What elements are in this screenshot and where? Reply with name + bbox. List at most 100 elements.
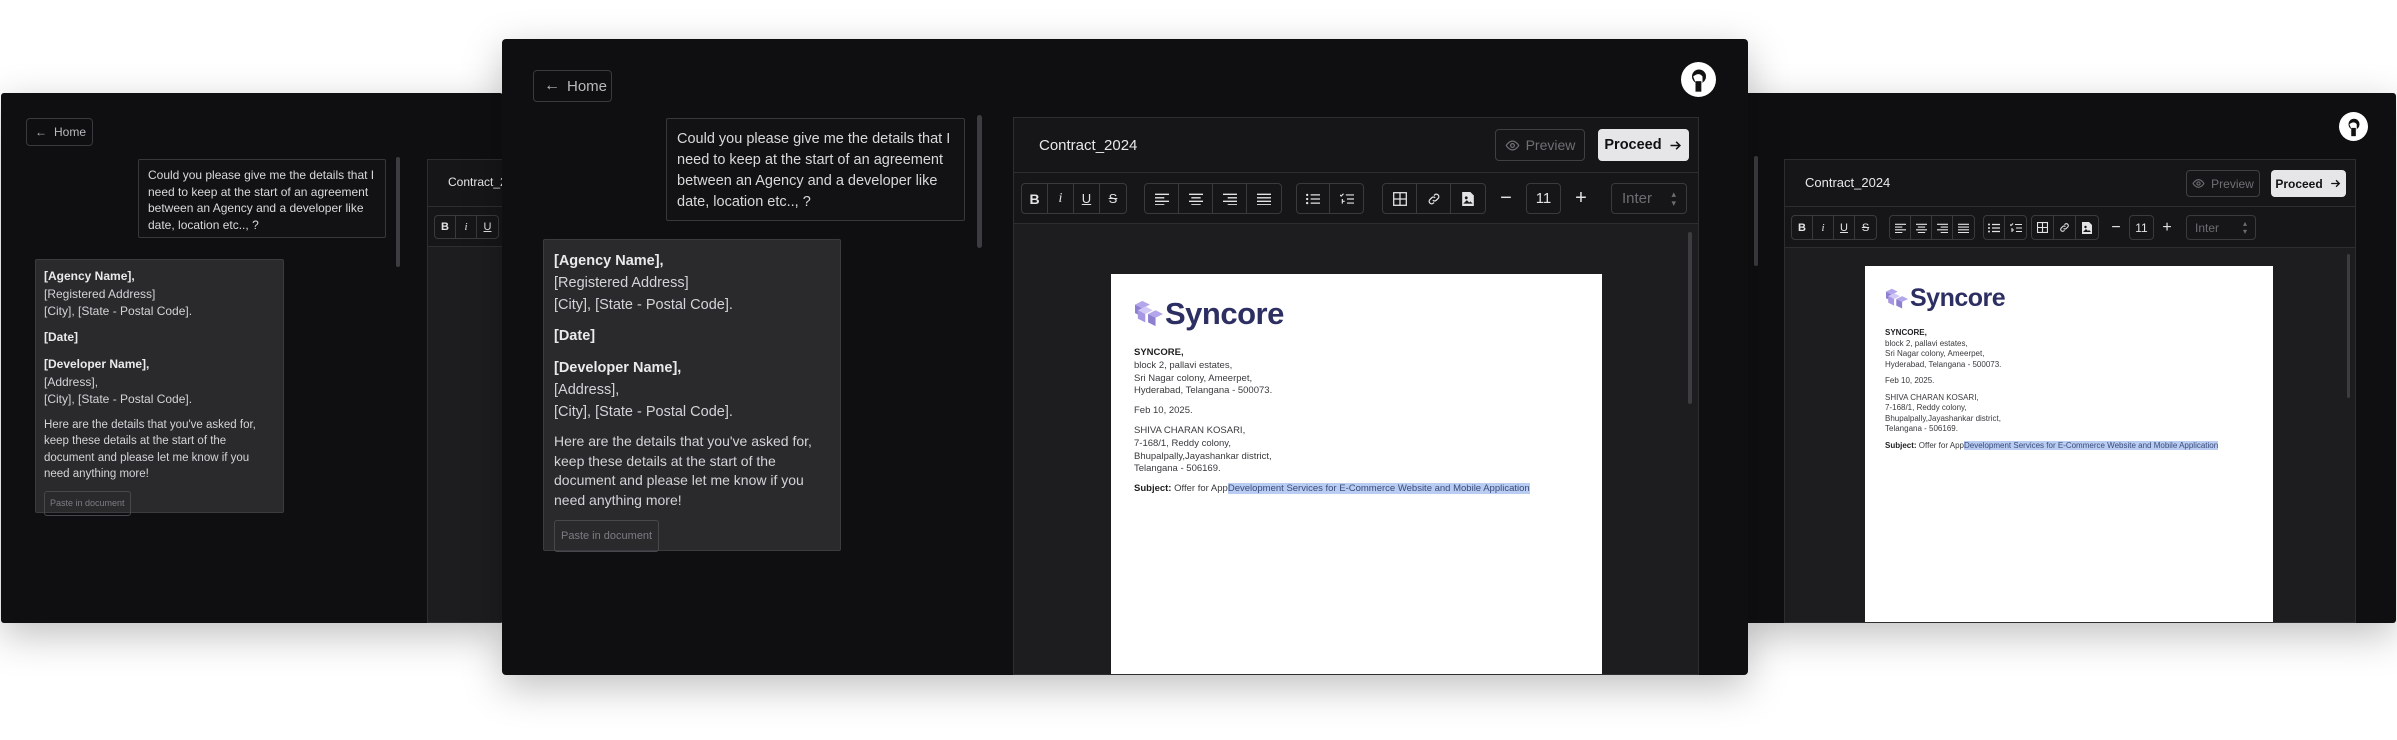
align-right-icon <box>1222 193 1237 205</box>
table-button[interactable] <box>2032 216 2054 239</box>
align-left-icon <box>1894 223 1906 233</box>
italic-button[interactable]: i <box>1048 184 1074 213</box>
user-message-text: Could you please give me the details tha… <box>148 168 375 232</box>
right-window: Contract_2024 Preview Proceed B i U S − … <box>1740 93 2396 623</box>
recipient-address-1: 7-168/1, Reddy colony, <box>1885 403 1967 412</box>
subject-label: Subject: <box>1134 483 1172 495</box>
paste-in-document-button[interactable]: Paste in document <box>44 490 131 516</box>
align-right-button[interactable] <box>1932 216 1953 239</box>
developer-address: [Address], <box>44 374 99 389</box>
editor-panel: Contract_2024 Preview Proceed B i U S − … <box>1784 159 2356 623</box>
link-button[interactable] <box>1417 184 1451 213</box>
company-address-2: Sri Nagar colony, Ameerpet, <box>1134 372 1253 384</box>
chat-scrollbar-right[interactable] <box>1754 156 1758 266</box>
subject-highlight: Development Services for E-Commerce Webs… <box>1227 483 1530 495</box>
align-right-button[interactable] <box>1213 184 1247 213</box>
preview-button[interactable]: Preview <box>1495 129 1585 161</box>
paste-in-document-button[interactable]: Paste in document <box>554 520 660 552</box>
decrease-font-size-button[interactable]: − <box>1493 183 1519 214</box>
font-family-value: Inter <box>1622 190 1653 207</box>
proceed-label: Proceed <box>1604 137 1662 153</box>
user-message: Could you please give me the details tha… <box>138 159 386 238</box>
chevron-updown-icon: ▴ ▾ <box>2242 218 2247 236</box>
proceed-button[interactable]: Proceed <box>2271 170 2346 197</box>
subject-line: Subject: Offer for AppDevelopment Servic… <box>1134 483 1530 496</box>
font-family-select[interactable]: Inter ▴ ▾ <box>2186 215 2256 240</box>
document-title: Contract_2024 <box>1039 137 1138 154</box>
table-icon <box>2037 222 2048 233</box>
recipient-address-2: Bhupalpally,Jayashankar district, <box>1134 450 1272 462</box>
bold-button[interactable]: B <box>1022 184 1048 213</box>
formatting-toolbar: B i U <box>428 207 503 247</box>
checklist-icon <box>2009 222 2022 232</box>
document-scrollbar[interactable] <box>2347 254 2350 398</box>
table-button[interactable] <box>1383 184 1417 213</box>
increase-font-size-button[interactable]: + <box>2157 215 2177 240</box>
checklist-button[interactable] <box>2005 216 2026 239</box>
document-canvas <box>428 247 503 622</box>
document-canvas: Syncore SYNCORE, block 2, pallavi estate… <box>1014 224 1698 674</box>
increase-font-size-button[interactable]: + <box>1568 183 1594 214</box>
bold-button[interactable]: B <box>435 216 456 238</box>
subject-line: Subject: Offer for AppDevelopment Servic… <box>1885 440 2219 452</box>
developer-city: [City], [State - Postal Code]. <box>44 392 193 406</box>
insert-image-button[interactable] <box>1451 184 1485 213</box>
align-center-button[interactable] <box>1179 184 1213 213</box>
user-avatar[interactable] <box>1681 62 1716 97</box>
document-title: Contract_2024 <box>448 175 503 189</box>
link-button[interactable] <box>2054 216 2076 239</box>
document-page: Syncore SYNCORE, block 2, pallavi estate… <box>1865 266 2273 622</box>
font-family-select[interactable]: Inter ▴ ▾ <box>1611 183 1687 214</box>
preview-button[interactable]: Preview <box>2186 170 2260 197</box>
font-size-input[interactable]: 11 <box>2129 215 2154 240</box>
align-left-button[interactable] <box>1145 184 1179 213</box>
home-button[interactable]: ← Home <box>26 118 93 146</box>
chat-scrollbar[interactable] <box>977 115 982 248</box>
avatar-icon <box>2348 118 2359 136</box>
agency-name: [Agency Name], <box>554 253 664 269</box>
checklist-button[interactable] <box>1330 184 1363 213</box>
arrow-left-icon: ← <box>35 125 47 139</box>
insert-image-button[interactable] <box>2076 216 2098 239</box>
underline-button[interactable]: U <box>1834 216 1855 239</box>
font-size-input[interactable]: 11 <box>1526 183 1561 214</box>
syncore-logo-mark <box>1886 288 1908 309</box>
preview-label: Preview <box>2211 176 2254 191</box>
logo-text: Syncore <box>1165 296 1284 331</box>
company-name: SYNCORE, <box>1134 347 1184 358</box>
left-window: ← Home Could you please give me the deta… <box>1 93 503 623</box>
align-center-button[interactable] <box>1911 216 1932 239</box>
link-icon <box>2060 223 2069 232</box>
developer-address: [Address], <box>554 382 620 398</box>
strikethrough-button[interactable]: S <box>1100 184 1126 213</box>
user-avatar[interactable] <box>2339 112 2368 141</box>
agency-city: [City], [State - Postal Code]. <box>44 304 193 318</box>
underline-button[interactable]: U <box>477 216 498 238</box>
decrease-font-size-button[interactable]: − <box>2106 215 2126 240</box>
company-address-1: block 2, pallavi estates, <box>1134 359 1233 371</box>
document-scrollbar[interactable] <box>1688 232 1692 404</box>
bold-button[interactable]: B <box>1792 216 1813 239</box>
home-button[interactable]: ← Home <box>533 70 612 102</box>
formatting-toolbar: B i U S − 11 + Inter ▴ ▾ <box>1014 173 1698 224</box>
bullet-list-button[interactable] <box>1297 184 1330 213</box>
bullet-list-button[interactable] <box>1984 216 2005 239</box>
align-left-button[interactable] <box>1890 216 1911 239</box>
developer-city: [City], [State - Postal Code]. <box>554 404 733 420</box>
align-center-icon <box>1915 223 1927 233</box>
align-justify-button[interactable] <box>1953 216 1974 239</box>
proceed-button[interactable]: Proceed <box>1598 129 1689 161</box>
recipient-address-2: Bhupalpally,Jayashankar district, <box>1885 413 2001 423</box>
strikethrough-button[interactable]: S <box>1855 216 1876 239</box>
company-address-2: Sri Nagar colony, Ameerpet, <box>1885 349 1985 358</box>
avatar-icon <box>1691 69 1706 92</box>
developer-name: [Developer Name], <box>554 360 682 376</box>
checklist-icon <box>1339 192 1354 204</box>
align-justify-button[interactable] <box>1247 184 1281 213</box>
link-icon <box>1428 193 1439 204</box>
italic-button[interactable]: i <box>1813 216 1834 239</box>
table-icon <box>1392 191 1407 206</box>
italic-button[interactable]: i <box>456 216 477 238</box>
chat-scrollbar[interactable] <box>396 157 400 267</box>
underline-button[interactable]: U <box>1074 184 1100 213</box>
